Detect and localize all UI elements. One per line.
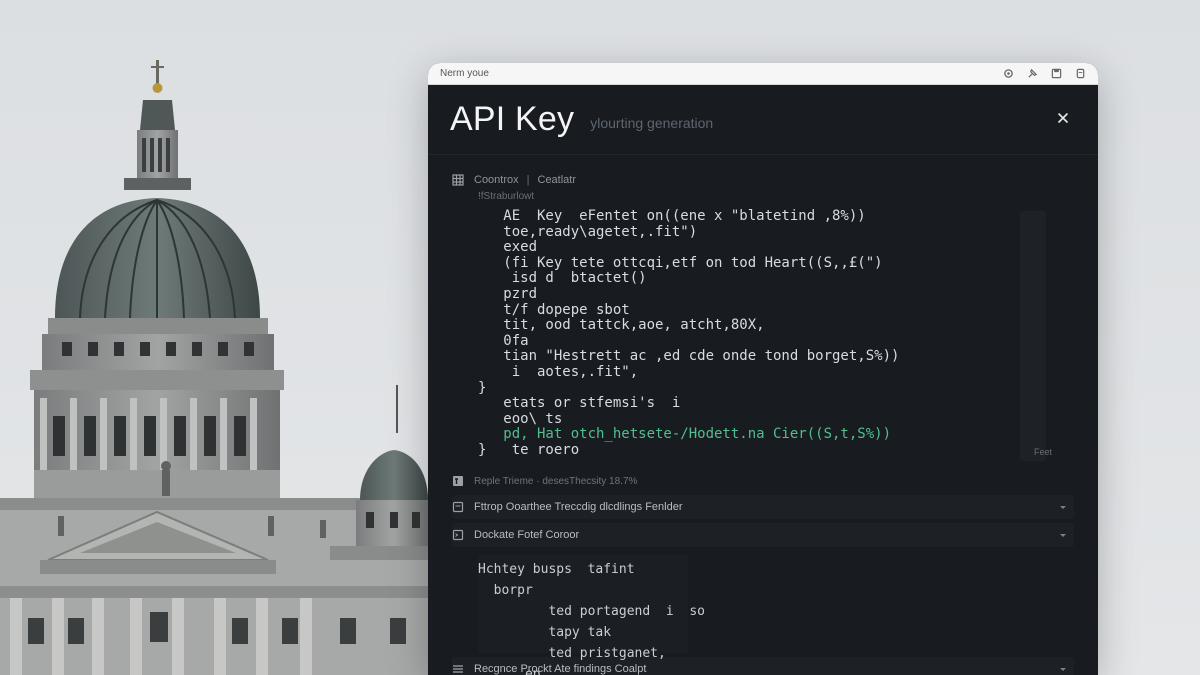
section-label: Coontrox [474, 174, 519, 186]
panel-body: Coontrox | Ceatlatr !fStraburlowt AE Key… [428, 169, 1098, 675]
section-controls-header: Coontrox | Ceatlatr [452, 169, 1074, 191]
chevron-down-icon [1058, 530, 1068, 540]
code-line: } te roero [478, 441, 580, 458]
code-line: toe,ready\agetet,.fit") [478, 223, 698, 240]
code-line: } [478, 379, 487, 396]
list-icon [452, 663, 464, 675]
terminal-icon [452, 475, 464, 487]
titlebar-icons [1002, 68, 1086, 80]
section-sub-label: !fStraburlowt [478, 191, 535, 202]
code-line: i aotes,.fit", [478, 363, 639, 380]
save-icon[interactable] [1050, 68, 1062, 80]
code-line: t/f dopepe sbot [478, 301, 630, 318]
code-badge: Feet [1033, 447, 1052, 458]
code-line: ted portagend i so [478, 604, 705, 619]
code-block-secondary[interactable]: Hchtey busps tafint borpr ted portagend … [478, 555, 705, 675]
meta-text: Reple Trieme · desesThecsity 18.7% [474, 475, 638, 487]
close-icon [1058, 113, 1068, 123]
terminal-square-icon [452, 529, 464, 541]
grid-icon [452, 174, 464, 186]
code-line: eoo\ ts [478, 410, 563, 427]
code-line: isd d btactet() [478, 270, 647, 287]
code-line: pzrd [478, 285, 538, 302]
code-line: exed [478, 239, 538, 256]
pin-icon[interactable] [1026, 68, 1038, 80]
code-line: Hchtey busps tafint [478, 562, 635, 577]
code-line: 0fa [478, 332, 529, 349]
close-button[interactable] [1054, 109, 1072, 127]
copy-icon[interactable] [1074, 68, 1086, 80]
window-titlebar: Nerm youe [428, 63, 1098, 85]
code-line: tian "Hestrett ac ,ed cde onde tond borg… [478, 348, 900, 365]
settings-icon[interactable] [1002, 68, 1014, 80]
section-label-secondary: Ceatlatr [537, 174, 577, 186]
code-line: ep [478, 667, 541, 675]
code-line: tapy tak [478, 625, 612, 640]
code-line: AE Key eFentet on((ene x "blatetind ,8%)… [478, 208, 866, 224]
section-separator: | [526, 174, 530, 186]
panel-header: API Key ylourting generation [428, 85, 1098, 155]
page-title: API Key [450, 100, 575, 138]
code-scrollbar[interactable] [1020, 211, 1046, 461]
code-line: borpr [478, 583, 533, 598]
code-line: (fi Key tete ottcqi,etf on tod Heart((S,… [478, 254, 883, 271]
api-key-panel: Nerm youe API Key ylourting generation C… [428, 63, 1098, 675]
code-line: etats or stfemsi's i [478, 395, 681, 412]
window-title: Nerm youe [440, 68, 489, 79]
code-line: ted pristganet, [478, 646, 666, 661]
code-line: pd, Hat otch_hetsete-/Hodett.na Cier((S,… [478, 426, 892, 443]
meta-row: Reple Trieme · desesThecsity 18.7% [452, 471, 1074, 491]
code-line: tit, ood tattck,aoe, atcht,80X, [478, 317, 765, 334]
chevron-down-icon [1058, 664, 1068, 674]
code-block[interactable]: AE Key eFentet on((ene x "blatetind ,8%)… [478, 205, 1052, 467]
accordion-item[interactable]: Dockate Fotef Coroor [452, 523, 1074, 547]
accordion-label: Fttrop Ooarthee Treccdig dlcdlings Fenld… [474, 501, 683, 513]
accordion-item[interactable]: Fttrop Ooarthee Treccdig dlcdlings Fenld… [452, 495, 1074, 519]
page-subtitle: ylourting generation [590, 114, 714, 131]
chevron-down-icon [1058, 502, 1068, 512]
accordion-label: Dockate Fotef Coroor [474, 529, 580, 541]
document-icon [452, 501, 464, 513]
